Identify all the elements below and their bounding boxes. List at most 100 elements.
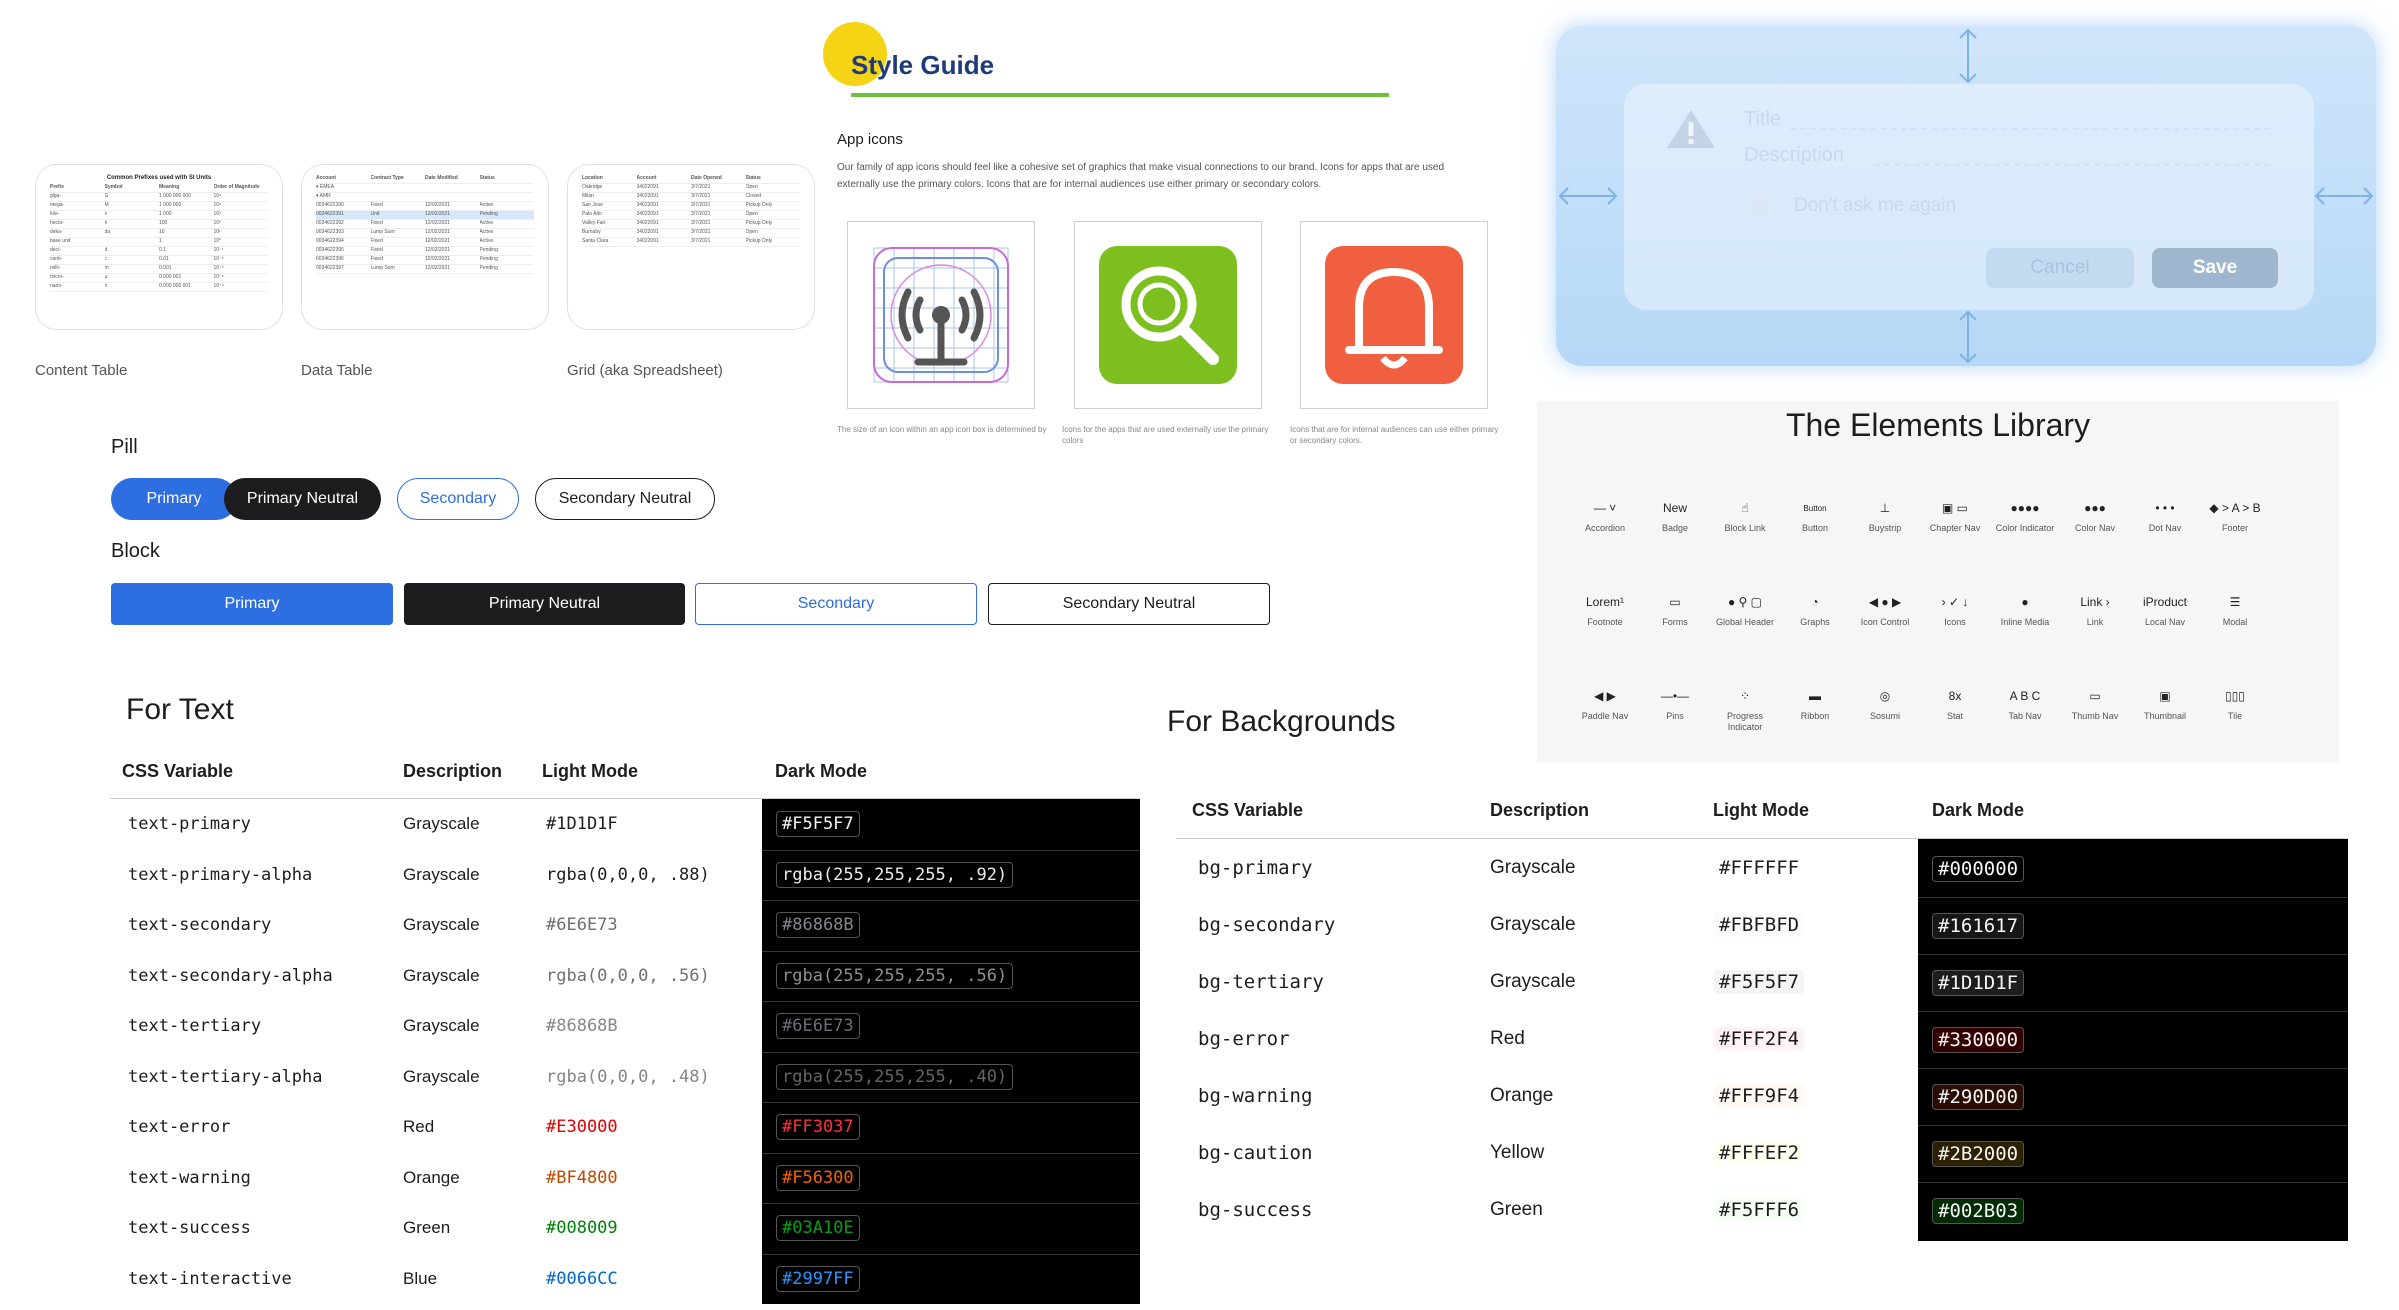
element-inline-media[interactable]: ● Inline Media — [1990, 591, 2060, 628]
dark-row-separator — [1918, 897, 2348, 898]
table-cell: 0.1 — [159, 247, 166, 253]
table-row: 0034622394 Fixed 12/02/2021 Active — [316, 238, 534, 247]
table-thumbnail-2[interactable]: Account Contract Type Date Modified Status ▾… — [301, 164, 549, 330]
element-thumbnail[interactable]: ▣ Thumbnail — [2130, 685, 2200, 722]
description-cell: Red — [403, 1117, 435, 1136]
element-icons[interactable]: › ✓ ↓ Icons — [1920, 591, 1990, 628]
dialog-save-button[interactable]: Save — [2152, 248, 2278, 288]
table-cell: Status — [479, 175, 495, 181]
dark-row-separator — [762, 1051, 1140, 1053]
element-pins[interactable]: —•— Pins — [1640, 685, 1710, 722]
element-link[interactable]: Link › Link — [2060, 591, 2130, 628]
table-cell: 0034622397 — [316, 265, 344, 271]
element-sosumi[interactable]: ◎ Sosumi — [1850, 685, 1920, 722]
element-thumb-nav[interactable]: ▭ Thumb Nav — [2060, 685, 2130, 722]
block-primary-neutral-button[interactable]: Primary Neutral — [404, 583, 685, 625]
element-color-nav[interactable]: ●●● Color Nav — [2060, 497, 2130, 534]
table-cell: Valley Fair — [582, 220, 606, 226]
element-ribbon[interactable]: ▬ Ribbon — [1780, 685, 1850, 722]
element-stat[interactable]: 8x Stat — [1920, 685, 1990, 722]
table-row: Palo Alto 34022091 3/7/2021 Open — [582, 211, 800, 220]
element-thumbnail-icon: ▣ ▭ — [1941, 501, 1968, 515]
element-label: Local Nav — [2144, 617, 2186, 627]
element-paddle-nav[interactable]: ◀ ▶ Paddle Nav — [1570, 685, 1640, 722]
pill-secondary-button[interactable]: Secondary — [397, 478, 519, 520]
block-secondary-button[interactable]: Secondary — [695, 583, 977, 625]
table-cell: 10³ — [213, 211, 221, 217]
pill-primary-button[interactable]: Primary — [111, 478, 237, 520]
table-thumbnail-3[interactable]: Location Account Date Opened Status Oakridge… — [567, 164, 815, 330]
text-col-light: Light Mode — [542, 761, 638, 781]
table-cell: Fixed — [370, 256, 383, 262]
dialog-cancel-button[interactable]: Cancel — [1986, 248, 2134, 288]
table-cell: 10⁻¹ — [213, 247, 224, 253]
element-progress-indicator[interactable]: ⁘ Progress Indicator — [1710, 685, 1780, 733]
table-cell: kilo- — [50, 211, 60, 217]
dark-mode-value: #290D00 — [1932, 1084, 2025, 1110]
element-dot-nav[interactable]: • • • Dot Nav — [2130, 497, 2200, 534]
dialog-title-field[interactable]: Title — [1744, 108, 1781, 131]
css-variable-name: bg-warning — [1198, 1085, 1313, 1107]
table-cell: Pending — [479, 265, 498, 271]
table-row: 0034622391 Unit 12/02/2021 Pending — [316, 211, 534, 220]
block-secondary-neutral-button[interactable]: Secondary Neutral — [988, 583, 1270, 625]
element-label: Modal — [2222, 617, 2248, 627]
table-cell: 0034622391 — [316, 211, 344, 217]
table-row: base unit 1 10⁰ — [50, 238, 268, 247]
element-footnote[interactable]: Lorem¹ Footnote — [1570, 591, 1640, 628]
element-chapter-nav[interactable]: ▣ ▭ Chapter Nav — [1920, 497, 1990, 534]
element-tab-nav[interactable]: A B C Tab Nav — [1990, 685, 2060, 722]
light-mode-value: #F5F5F7 — [1714, 970, 1805, 994]
element-thumbnail-icon: ▭ — [1669, 595, 1681, 609]
light-mode-value: #FBFBFD — [1714, 913, 1805, 937]
css-variable-name: text-warning — [128, 1167, 251, 1188]
element-accordion[interactable]: — ˅ Accordion — [1570, 497, 1640, 534]
table-row: mega- M 1 000 000 10⁶ — [50, 202, 268, 211]
element-footer[interactable]: ◆ > A > B Footer — [2200, 497, 2270, 534]
table-thumbnail-label: Content Table — [35, 362, 128, 379]
element-label: Paddle Nav — [1581, 711, 1629, 721]
element-label: Chapter Nav — [1929, 523, 1981, 533]
table-row: centi-c 0.01 10⁻² — [50, 256, 268, 265]
pill-primary-neutral-button[interactable]: Primary Neutral — [224, 478, 381, 520]
element-block-link[interactable]: ☝ Block Link — [1710, 497, 1780, 534]
element-thumbnail-icon: • • • — [2155, 501, 2175, 515]
light-mode-value: #FFF2F4 — [1714, 1027, 1805, 1051]
element-label: Link — [2086, 617, 2104, 627]
light-mode-value: rgba(0,0,0, .48) — [546, 1066, 710, 1087]
table-thumbnail-1[interactable]: Common Prefixes used with SI Units Prefix… — [35, 164, 283, 330]
element-thumbnail-icon: —•— — [1660, 689, 1690, 703]
dialog-title-underline — [1790, 128, 2270, 130]
element-badge[interactable]: New Badge — [1640, 497, 1710, 534]
table-cell: m — [104, 265, 109, 271]
element-color-indicator[interactable]: ●●●● Color Indicator — [1990, 497, 2060, 534]
element-tile[interactable]: ▯▯▯ Tile — [2200, 685, 2270, 722]
table-cell: 34022091 — [636, 202, 659, 208]
element-label: Badge — [1661, 523, 1689, 533]
bg-col-light: Light Mode — [1713, 800, 1809, 820]
element-forms[interactable]: ▭ Forms — [1640, 591, 1710, 628]
element-icon-control[interactable]: ◀ ● ▶ Icon Control — [1850, 591, 1920, 628]
table-cell: 3/7/2021 — [691, 211, 711, 217]
block-primary-button[interactable]: Primary — [111, 583, 393, 625]
element-modal[interactable]: ☰ Modal — [2200, 591, 2270, 628]
element-graphs[interactable]: ◔ Graphs — [1780, 591, 1850, 628]
dialog-description-field[interactable]: Description — [1744, 144, 1844, 167]
element-thumbnail-icon: New — [1662, 501, 1687, 515]
pill-secondary-neutral-button[interactable]: Secondary Neutral — [535, 478, 715, 520]
table-cell: Status — [745, 175, 761, 181]
element-buystrip[interactable]: ⊥ Buystrip — [1850, 497, 1920, 534]
element-thumbnail-icon: ●●● — [2084, 501, 2106, 515]
table-row: 0034622390 Fixed 12/02/2021 Active — [316, 202, 534, 211]
element-button[interactable]: Button Button — [1780, 497, 1850, 534]
bg-table-title: For Backgrounds — [1167, 705, 1396, 738]
css-variable-name: text-primary — [128, 814, 251, 834]
light-mode-value: #1D1D1F — [546, 814, 618, 834]
table-row: deci-d 0.1 10⁻¹ — [50, 247, 268, 256]
dialog-checkbox[interactable] — [1748, 194, 1772, 218]
table-cell: giga- — [50, 193, 62, 199]
element-global-header[interactable]: ● ⚲ ▢ Global Header — [1710, 591, 1780, 628]
elements-library-panel: The Elements Library — ˅ Accordion New Badg… — [1537, 401, 2339, 763]
element-local-nav[interactable]: iProduct Local Nav — [2130, 591, 2200, 628]
table-cell: 34022091 — [636, 184, 659, 190]
